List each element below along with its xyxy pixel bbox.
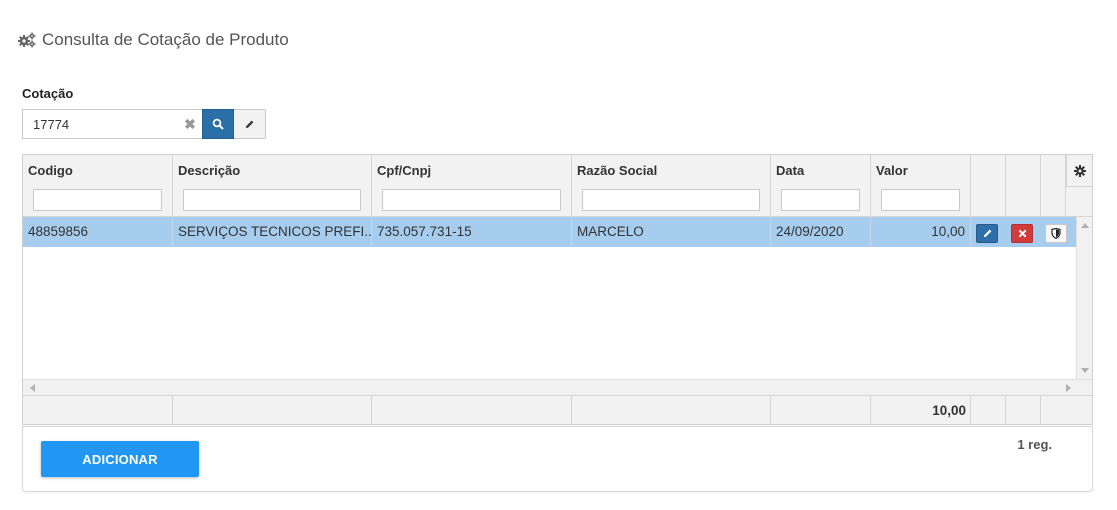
- footer-cell: [572, 396, 771, 425]
- cell-descricao: SERVIÇOS TECNICOS PREFI...: [173, 217, 372, 247]
- cotacao-lookup: ✖: [22, 109, 266, 139]
- edit-lookup-button[interactable]: [234, 109, 266, 139]
- scroll-up-icon[interactable]: [1081, 223, 1089, 228]
- column-action-edit: [971, 155, 1006, 216]
- pencil-icon: [983, 229, 991, 238]
- column-action-delete: [1006, 155, 1041, 216]
- search-button[interactable]: [202, 109, 234, 139]
- permissions-row-button[interactable]: [1045, 224, 1067, 243]
- footer-cell: [173, 396, 372, 425]
- close-icon: [1018, 229, 1026, 238]
- filter-codigo[interactable]: [33, 189, 162, 211]
- column-descricao[interactable]: Descrição: [173, 155, 372, 216]
- cotacao-input-wrapper: ✖: [22, 109, 202, 139]
- actions-panel: ADICIONAR 1 reg.: [22, 426, 1093, 492]
- gears-icon: [18, 32, 36, 48]
- pencil-icon: [245, 120, 254, 128]
- filter-razao-social[interactable]: [582, 189, 760, 211]
- filter-cpf-cnpj[interactable]: [382, 189, 561, 211]
- footer-cell: [971, 396, 1006, 425]
- footer-cell: [1006, 396, 1041, 425]
- column-codigo[interactable]: Codigo: [23, 155, 173, 216]
- footer-cell: [771, 396, 871, 425]
- grid-footer: 10,00: [23, 395, 1092, 425]
- scroll-left-icon[interactable]: [30, 384, 35, 392]
- cotacao-input[interactable]: [23, 110, 173, 138]
- edit-row-button[interactable]: [976, 224, 998, 243]
- column-action-extra: [1041, 155, 1066, 216]
- cell-data: 24/09/2020: [771, 217, 871, 247]
- footer-cell: [372, 396, 572, 425]
- page-title-text: Consulta de Cotação de Produto: [42, 30, 289, 49]
- column-label: Descrição: [178, 163, 241, 178]
- column-label: Cpf/Cnpj: [377, 163, 432, 178]
- record-count: 1 reg.: [1017, 437, 1052, 452]
- cotacao-grid: Codigo Descrição Cpf/Cnpj Razão Social D…: [22, 154, 1093, 425]
- filter-descricao[interactable]: [183, 189, 361, 211]
- column-label: Codigo: [28, 163, 73, 178]
- scroll-down-icon[interactable]: [1081, 368, 1089, 373]
- table-row[interactable]: 48859856 SERVIÇOS TECNICOS PREFI... 735.…: [23, 217, 1076, 247]
- search-icon: [212, 118, 224, 130]
- grid-header: Codigo Descrição Cpf/Cnpj Razão Social D…: [23, 155, 1092, 217]
- scroll-right-icon[interactable]: [1066, 384, 1071, 392]
- column-valor[interactable]: Valor: [871, 155, 971, 216]
- column-label: Razão Social: [577, 163, 658, 178]
- add-button[interactable]: ADICIONAR: [41, 441, 199, 477]
- column-label: Data: [776, 163, 805, 178]
- cell-codigo: 48859856: [23, 217, 173, 247]
- cotacao-label: Cotação: [22, 86, 74, 101]
- column-cpf-cnpj[interactable]: Cpf/Cnpj: [372, 155, 572, 216]
- page-title: Consulta de Cotação de Produto: [17, 30, 289, 50]
- filter-data[interactable]: [781, 189, 860, 211]
- clear-icon[interactable]: ✖: [184, 117, 196, 131]
- cell-razao-social: MARCELO: [572, 217, 771, 247]
- delete-row-button[interactable]: [1011, 224, 1033, 243]
- column-data[interactable]: Data: [771, 155, 871, 216]
- horizontal-scrollbar[interactable]: [23, 379, 1092, 395]
- column-label: Valor: [876, 163, 908, 178]
- footer-cell: [23, 396, 173, 425]
- column-razao-social[interactable]: Razão Social: [572, 155, 771, 216]
- vertical-scrollbar[interactable]: [1076, 217, 1092, 379]
- cell-valor: 10,00: [871, 217, 971, 247]
- grid-settings-button[interactable]: [1066, 155, 1092, 187]
- footer-total-valor: 10,00: [932, 403, 966, 418]
- cell-cpf-cnpj: 735.057.731-15: [372, 217, 572, 247]
- shield-icon: [1051, 228, 1061, 239]
- gear-icon: [1073, 164, 1086, 177]
- filter-valor[interactable]: [881, 189, 960, 211]
